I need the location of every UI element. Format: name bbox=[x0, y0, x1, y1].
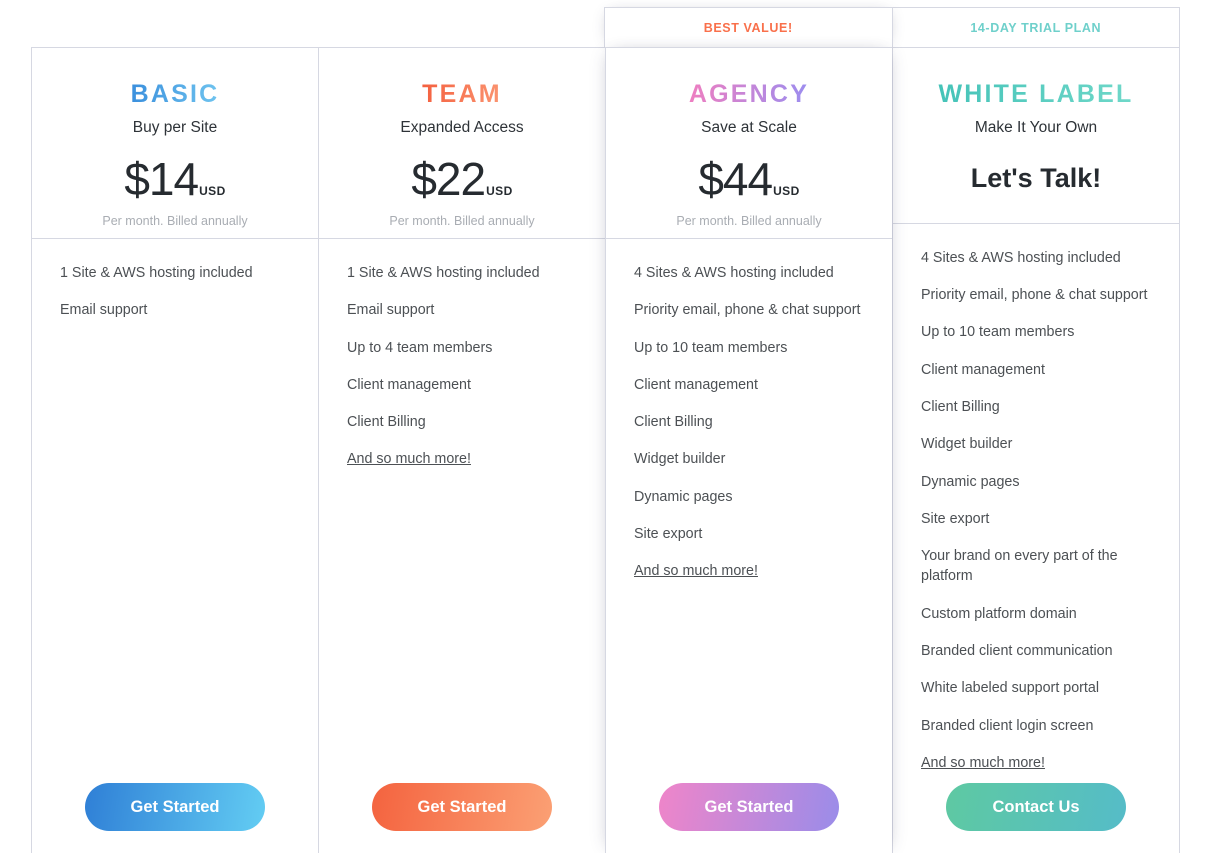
price-amount-basic: $14 bbox=[124, 153, 199, 206]
price-amount-agency: $44 bbox=[698, 153, 773, 206]
plan-price-basic: $14 USD bbox=[52, 156, 298, 202]
price-note-basic: Per month. Billed annually bbox=[102, 214, 248, 229]
feature-item: White labeled support portal bbox=[921, 680, 1100, 697]
feature-item: Up to 10 team members bbox=[921, 324, 1075, 341]
banner-slot-white-label: 14-DAY TRIAL PLAN bbox=[892, 7, 1180, 47]
plan-cards: BASIC Buy per Site $14 USD Per month. Bi… bbox=[31, 47, 1180, 853]
price-note-team: Per month. Billed annually bbox=[389, 214, 535, 229]
plan-card-basic[interactable]: BASIC Buy per Site $14 USD Per month. Bi… bbox=[31, 47, 318, 853]
price-amount-team: $22 bbox=[411, 153, 486, 206]
cta-area-basic: Get Started bbox=[32, 767, 318, 853]
plan-tagline-team: Expanded Access bbox=[400, 118, 524, 136]
feature-item: Client management bbox=[921, 361, 1045, 378]
feature-item: Site export bbox=[634, 526, 703, 543]
feature-item: Client Billing bbox=[347, 414, 426, 431]
feature-list-white-label: 4 Sites & AWS hosting included Priority … bbox=[893, 224, 1179, 773]
best-value-label: BEST VALUE! bbox=[703, 20, 793, 35]
plan-card-team[interactable]: TEAM Expanded Access $22 USD Per month. … bbox=[318, 47, 605, 853]
trial-plan-label: 14-DAY TRIAL PLAN bbox=[970, 20, 1102, 35]
feature-item: Priority email, phone & chat support bbox=[634, 302, 861, 319]
plan-tagline-agency: Save at Scale bbox=[701, 118, 797, 136]
and-so-much-more-link-white-label[interactable]: And so much more! bbox=[921, 753, 1045, 773]
plan-header-team: TEAM Expanded Access $22 USD Per month. … bbox=[319, 48, 605, 239]
feature-item: 4 Sites & AWS hosting included bbox=[634, 265, 834, 281]
price-note-agency: Per month. Billed annually bbox=[676, 214, 822, 229]
get-started-button-basic[interactable]: Get Started bbox=[85, 783, 265, 831]
and-so-much-more-link-team[interactable]: And so much more! bbox=[347, 449, 471, 469]
plan-name-team: TEAM bbox=[422, 80, 502, 108]
feature-item: Client Billing bbox=[921, 398, 1000, 415]
feature-item: 1 Site & AWS hosting included bbox=[347, 265, 540, 281]
feature-item: 4 Sites & AWS hosting included bbox=[921, 249, 1121, 266]
plan-name-basic: BASIC bbox=[130, 80, 220, 108]
get-started-button-agency[interactable]: Get Started bbox=[659, 783, 839, 831]
cta-area-agency: Get Started bbox=[606, 767, 892, 853]
feature-item: Branded client communication bbox=[921, 643, 1113, 660]
feature-list-basic: 1 Site & AWS hosting included Email supp… bbox=[32, 239, 318, 767]
and-so-much-more-link-agency[interactable]: And so much more! bbox=[634, 561, 758, 581]
feature-item: Up to 4 team members bbox=[347, 339, 493, 356]
feature-item: Email support bbox=[347, 302, 435, 319]
feature-item: Widget builder bbox=[921, 436, 1013, 453]
pricing-table: BEST VALUE! 14-DAY TRIAL PLAN BASIC Buy … bbox=[0, 0, 1211, 853]
banner-slot-agency: BEST VALUE! bbox=[604, 7, 893, 47]
feature-item: Client Billing bbox=[634, 414, 713, 431]
plan-price-agency: $44 USD bbox=[626, 156, 872, 202]
cta-area-white-label: Contact Us bbox=[893, 773, 1179, 853]
plan-tagline-basic: Buy per Site bbox=[132, 118, 218, 136]
plan-tagline-white-label: Make It Your Own bbox=[974, 118, 1098, 136]
feature-item: Custom platform domain bbox=[921, 605, 1077, 622]
plan-header-basic: BASIC Buy per Site $14 USD Per month. Bi… bbox=[32, 48, 318, 239]
feature-item: Branded client login screen bbox=[921, 717, 1094, 734]
feature-item: Site export bbox=[921, 510, 990, 527]
feature-item: Client management bbox=[634, 376, 758, 393]
feature-item: Client management bbox=[347, 376, 471, 393]
cta-area-team: Get Started bbox=[319, 767, 605, 853]
feature-item: Priority email, phone & chat support bbox=[921, 287, 1148, 304]
plan-header-agency: AGENCY Save at Scale $44 USD Per month. … bbox=[606, 48, 892, 239]
feature-item: Up to 10 team members bbox=[634, 339, 788, 356]
plan-price-white-label: Let's Talk! bbox=[970, 163, 1102, 194]
price-currency-agency: USD bbox=[773, 184, 800, 199]
plan-name-white-label: WHITE LABEL bbox=[938, 80, 1134, 108]
plan-card-white-label[interactable]: WHITE LABEL Make It Your Own Let's Talk!… bbox=[892, 47, 1180, 853]
feature-item: Widget builder bbox=[634, 451, 726, 468]
promo-banner-row: BEST VALUE! 14-DAY TRIAL PLAN bbox=[31, 7, 1180, 47]
contact-us-button[interactable]: Contact Us bbox=[946, 783, 1126, 831]
feature-list-team: 1 Site & AWS hosting included Email supp… bbox=[319, 239, 605, 767]
price-currency-team: USD bbox=[486, 184, 513, 199]
plan-card-agency[interactable]: AGENCY Save at Scale $44 USD Per month. … bbox=[605, 47, 892, 853]
get-started-button-team[interactable]: Get Started bbox=[372, 783, 552, 831]
feature-item: 1 Site & AWS hosting included bbox=[60, 265, 253, 281]
price-currency-basic: USD bbox=[199, 184, 226, 199]
feature-list-agency: 4 Sites & AWS hosting included Priority … bbox=[606, 239, 892, 767]
feature-item: Email support bbox=[60, 302, 148, 319]
feature-item: Dynamic pages bbox=[921, 473, 1020, 490]
plan-header-white-label: WHITE LABEL Make It Your Own Let's Talk! bbox=[893, 48, 1179, 224]
plan-price-team: $22 USD bbox=[339, 156, 585, 202]
feature-item: Your brand on every part of the platform bbox=[921, 548, 1118, 585]
feature-item: Dynamic pages bbox=[634, 488, 733, 505]
plan-name-agency: AGENCY bbox=[688, 80, 810, 108]
